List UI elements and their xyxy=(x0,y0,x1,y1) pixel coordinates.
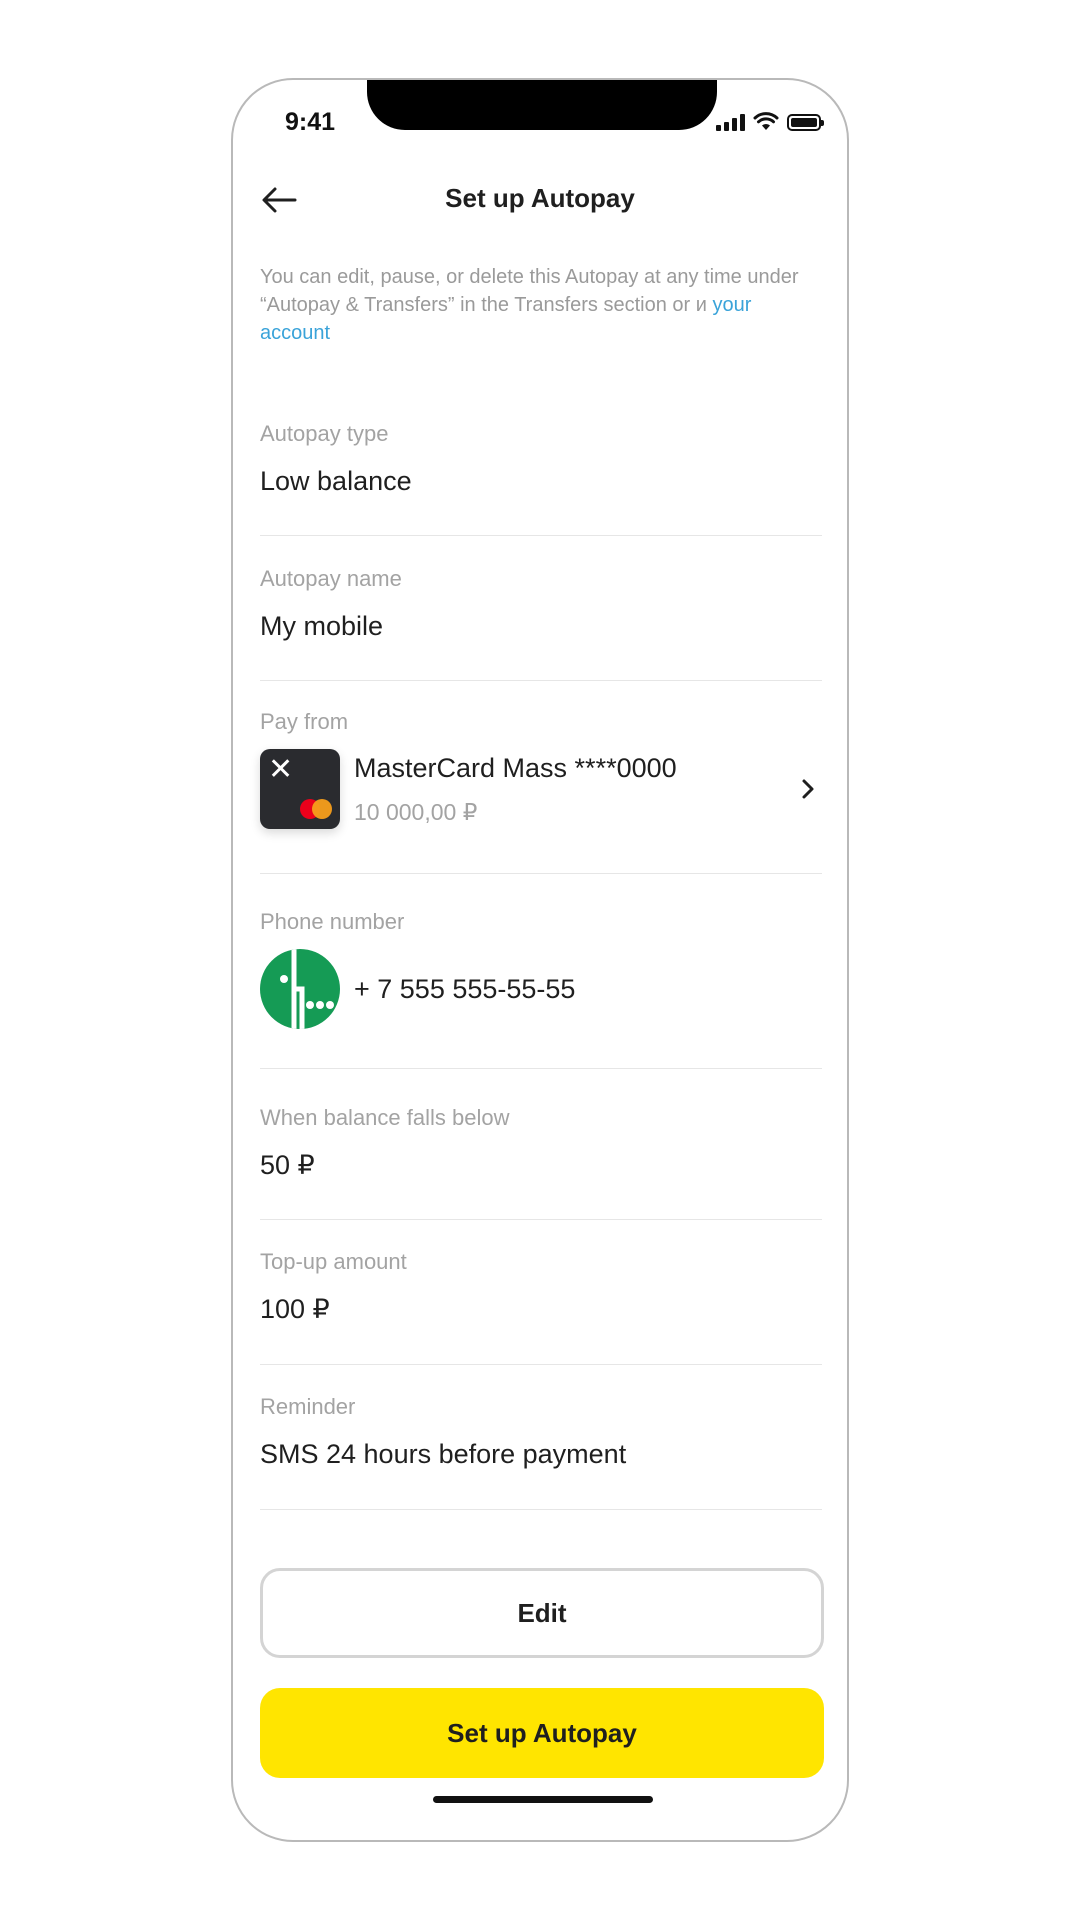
bank-logo-icon: ✕ xyxy=(268,753,294,786)
field-autopay-name[interactable]: Autopay name My mobile xyxy=(260,566,822,681)
field-value: 50 ₽ xyxy=(260,1150,315,1180)
field-label: Pay from xyxy=(260,709,349,734)
card-icon: ✕ xyxy=(260,749,340,829)
notch xyxy=(367,80,717,130)
page-title: Set up Autopay xyxy=(445,183,635,213)
field-value: 100 ₽ xyxy=(260,1294,330,1324)
mastercard-icon xyxy=(300,799,334,819)
edit-button[interactable]: Edit xyxy=(260,1568,824,1658)
card-balance: 10 000,00 ₽ xyxy=(354,799,478,825)
field-label: Phone number xyxy=(260,909,405,934)
field-label: When balance falls below xyxy=(260,1105,510,1130)
field-pay-from[interactable]: Pay from ✕ MasterCard Mass ****0000 10 0… xyxy=(260,709,822,874)
field-autopay-type[interactable]: Autopay type Low balance xyxy=(260,421,822,536)
chevron-right-icon[interactable] xyxy=(794,775,822,803)
field-label: Autopay name xyxy=(260,566,402,591)
field-topup[interactable]: Top-up amount 100 ₽ xyxy=(260,1249,822,1365)
status-time: 9:41 xyxy=(285,108,336,136)
setup-autopay-button[interactable]: Set up Autopay xyxy=(260,1688,824,1778)
field-threshold[interactable]: When balance falls below 50 ₽ xyxy=(260,1105,822,1220)
phone-frame: 9:41 Set up Autopay You can edit, pause,… xyxy=(231,78,849,1842)
operator-logo-icon xyxy=(260,949,340,1029)
field-reminder[interactable]: Reminder SMS 24 hours before payment xyxy=(260,1394,822,1510)
home-indicator xyxy=(433,1796,653,1803)
field-phone-number[interactable]: Phone number + 7 555 555-55-55 xyxy=(260,909,822,1069)
status-icons xyxy=(716,112,824,132)
field-value: SMS 24 hours before payment xyxy=(260,1439,627,1469)
field-label: Reminder xyxy=(260,1394,356,1419)
phone-value: + 7 555 555-55-55 xyxy=(354,973,576,1004)
wifi-icon xyxy=(753,112,779,130)
field-value: Low balance xyxy=(260,466,412,496)
signal-icon xyxy=(716,113,745,131)
battery-icon xyxy=(787,113,824,131)
card-name: MasterCard Mass ****0000 xyxy=(354,753,677,783)
field-value: My mobile xyxy=(260,611,384,641)
info-note: You can edit, pause, or delete this Auto… xyxy=(260,263,820,347)
field-label: Top-up amount xyxy=(260,1249,407,1274)
field-label: Autopay type xyxy=(260,421,389,446)
